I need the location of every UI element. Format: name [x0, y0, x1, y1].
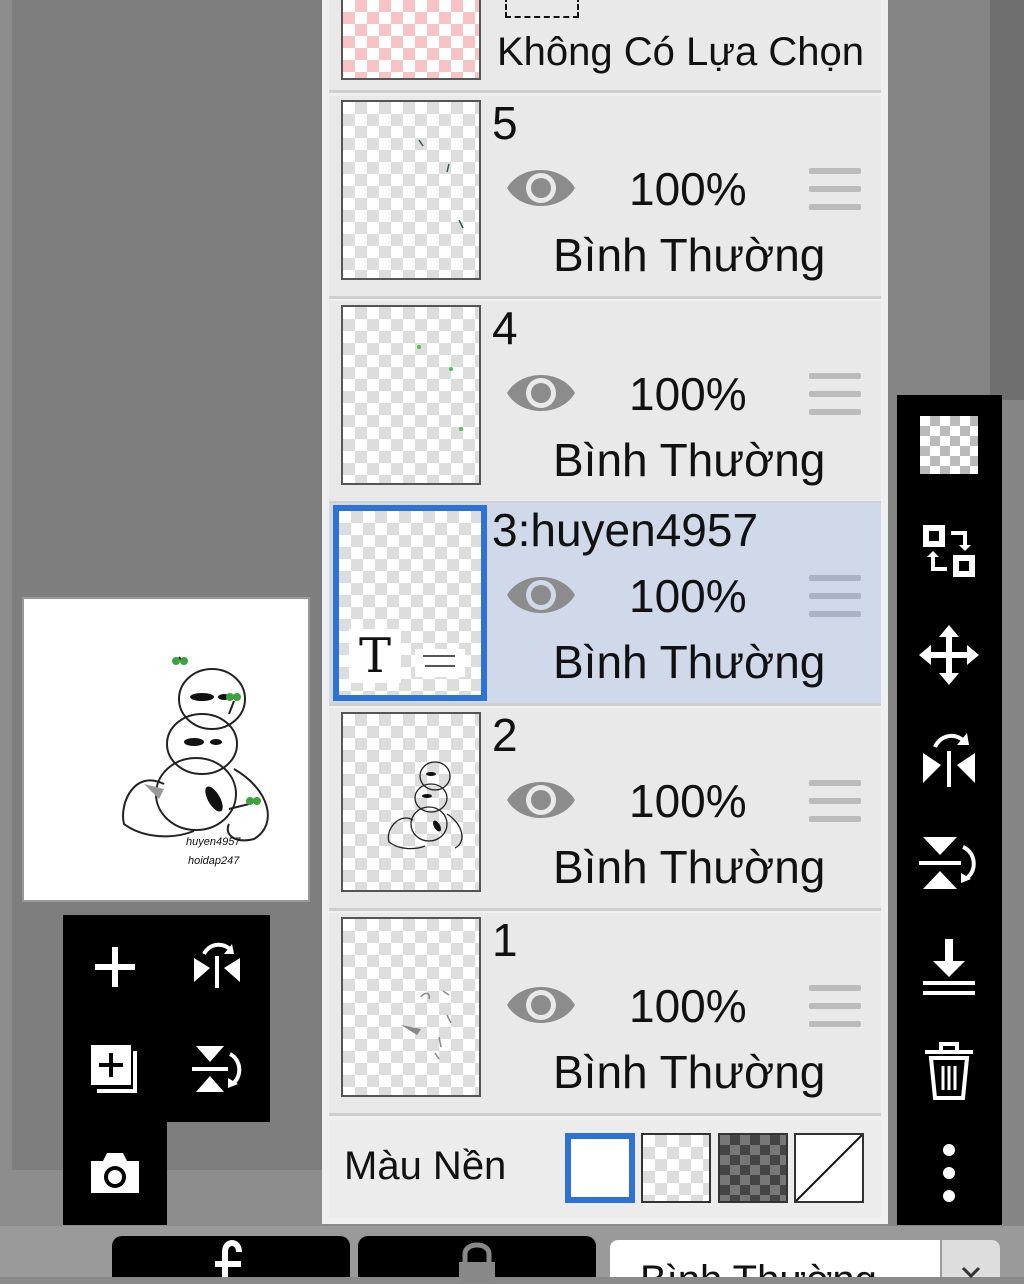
alpha-lock-button[interactable] [358, 1236, 596, 1283]
visibility-toggle[interactable] [505, 569, 577, 621]
background-color-row: Màu Nền [329, 1120, 881, 1218]
layer-opacity[interactable]: 100% [629, 979, 747, 1033]
flip-horizontal-layer-button[interactable] [917, 727, 981, 791]
layer-name: 2 [492, 709, 518, 761]
layer-name: 1 [492, 914, 518, 966]
layer-row-1[interactable]: 1 100% Bình Thường [329, 913, 881, 1116]
more-options-button[interactable] [917, 1141, 981, 1205]
more-vertical-icon [943, 1144, 955, 1202]
selection-marquee-icon [505, 0, 579, 18]
layer-blend-mode[interactable]: Bình Thường [553, 840, 825, 894]
add-copy-layer-button[interactable] [84, 1038, 146, 1100]
eye-icon [507, 577, 575, 613]
move-layer-button[interactable] [917, 623, 981, 687]
layer-thumbnail [341, 917, 481, 1097]
layer-thumbnail [341, 100, 481, 280]
layer-opacity[interactable]: 100% [629, 774, 747, 828]
flip-vertical-icon [192, 1046, 242, 1092]
blend-mode-value: Bình Thường [640, 1258, 877, 1277]
layer-opacity[interactable]: 100% [629, 367, 747, 421]
bg-option-dark-checker[interactable] [718, 1133, 788, 1203]
drag-handle-icon[interactable] [809, 575, 861, 619]
visibility-toggle[interactable] [505, 979, 577, 1031]
drag-handle-icon[interactable] [809, 373, 861, 417]
background-color-label: Màu Nền [344, 1144, 507, 1188]
layer-thumbnail-drawing [417, 345, 463, 431]
flip-vertical-icon [919, 837, 976, 889]
drag-handle-icon[interactable] [809, 168, 861, 212]
eye-icon [507, 987, 575, 1023]
transparency-icon [920, 416, 978, 474]
flip-vertical-button[interactable] [186, 1038, 248, 1100]
layer-thumbnail-drawing [387, 761, 463, 850]
layer-thumbnail: T [333, 505, 487, 701]
trash-icon [925, 1042, 973, 1100]
layer-actions-toolbar [897, 395, 1002, 1225]
drag-handle-icon[interactable] [809, 985, 861, 1029]
blend-mode-dropdown-button[interactable] [942, 1240, 1000, 1279]
preview-caption-1: huyen4957 [186, 836, 241, 848]
layer-thumbnail [341, 712, 481, 892]
visibility-toggle[interactable] [505, 162, 577, 214]
move-arrows-icon [919, 625, 979, 685]
layer-row-4[interactable]: 4 100% Bình Thường [329, 301, 881, 504]
layer-thumbnail-drawing [401, 990, 452, 1060]
layer-row-2[interactable]: 2 100% Bình Thường [329, 708, 881, 911]
clipping-icon [215, 1240, 242, 1277]
visibility-toggle[interactable] [505, 367, 577, 419]
layer-blend-mode[interactable]: Bình Thường [553, 433, 825, 487]
add-layer-button[interactable] [84, 936, 146, 998]
text-thumbnail [415, 649, 465, 677]
flip-horizontal-button[interactable] [186, 936, 248, 998]
eye-icon [507, 782, 575, 818]
blend-mode-select[interactable]: Bình Thường [610, 1240, 940, 1277]
bg-option-transparent[interactable] [641, 1133, 711, 1203]
preview-caption-2: hoidap247 [188, 855, 240, 867]
eye-icon [507, 170, 575, 206]
layer-thumbnail [341, 305, 481, 485]
text-layer-icon: T [349, 629, 401, 683]
layer-name: 3:huyen4957 [492, 504, 759, 556]
bg-option-none[interactable] [794, 1133, 864, 1203]
merge-down-icon [923, 939, 975, 995]
selection-thumbnail [341, 0, 481, 80]
layer-blend-mode[interactable]: Bình Thường [553, 1045, 825, 1099]
bg-option-white[interactable] [565, 1133, 635, 1203]
layer-blend-mode[interactable]: Bình Thường [553, 635, 825, 689]
clipping-button[interactable] [112, 1236, 350, 1277]
navigator-preview[interactable]: huyen4957 hoidap247 [22, 597, 310, 902]
layer-name: 4 [492, 302, 518, 354]
delete-layer-button[interactable] [917, 1039, 981, 1103]
visibility-toggle[interactable] [505, 774, 577, 826]
layer-row-5[interactable]: 5 100% Bình Thường [329, 96, 881, 299]
merge-down-button[interactable] [917, 935, 981, 999]
canvas-strip-right-dark [990, 0, 1024, 400]
plus-icon [95, 947, 135, 987]
camera-button[interactable] [84, 1142, 146, 1204]
swap-icon [923, 525, 975, 577]
eye-icon [507, 375, 575, 411]
chevron-down-icon [961, 1266, 981, 1279]
flip-horizontal-icon [194, 942, 240, 988]
selection-layer-label: Không Có Lựa Chọn [497, 30, 865, 74]
flip-vertical-layer-button[interactable] [917, 831, 981, 895]
camera-icon [91, 1153, 139, 1193]
layer-opacity[interactable]: 100% [629, 162, 747, 216]
drawing-preview [122, 656, 269, 842]
layer-name: 5 [492, 97, 518, 149]
layer-blend-mode[interactable]: Bình Thường [553, 228, 825, 282]
layer-opacity[interactable]: 100% [629, 569, 747, 623]
swap-layers-button[interactable] [917, 519, 981, 583]
layer-thumbnail-drawing [418, 139, 464, 229]
flip-horizontal-icon [923, 733, 975, 787]
no-background-icon [795, 1134, 863, 1202]
transparency-button[interactable] [917, 413, 981, 477]
drag-handle-icon[interactable] [809, 780, 861, 824]
layer-row-3[interactable]: T 3:huyen4957 100% Bình Thường [329, 503, 881, 706]
selection-layer-row[interactable]: Không Có Lựa Chọn [329, 0, 881, 93]
add-layer-copy-icon [91, 1045, 137, 1093]
